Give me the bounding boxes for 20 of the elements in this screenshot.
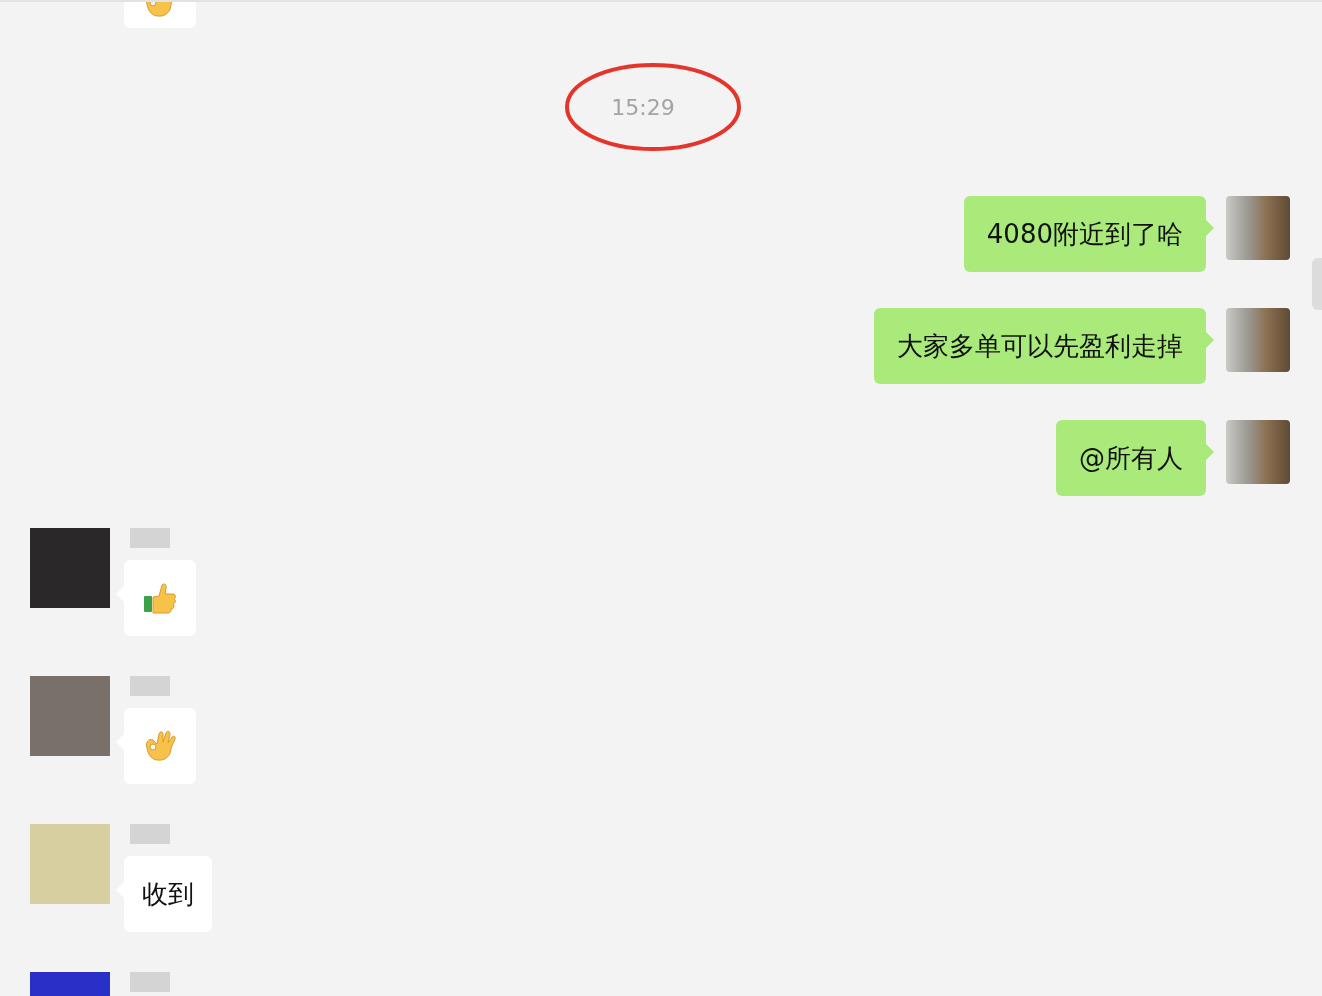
avatar-placeholder[interactable] (30, 528, 110, 608)
bubble-tail (1206, 444, 1214, 460)
sender-name-placeholder (130, 824, 170, 844)
ok-hand-icon (143, 730, 177, 762)
avatar-photo[interactable] (1226, 308, 1290, 372)
bubble-tail (1206, 332, 1214, 348)
bubble-tail (1206, 220, 1214, 236)
sender-name-placeholder (130, 528, 170, 548)
avatar-placeholder[interactable] (30, 824, 110, 904)
timestamp: 15:29 (611, 93, 675, 122)
message-bubble: 4080附近到了哈 (963, 196, 1206, 272)
avatar-placeholder[interactable] (30, 676, 110, 756)
thumbs-up-icon (143, 582, 177, 614)
avatar-photo[interactable] (1226, 420, 1290, 484)
sender-name-placeholder (130, 676, 170, 696)
message-bubble: 大家多单可以先盈利走掉 (874, 308, 1206, 384)
message-bubble: @所有人 (1056, 420, 1206, 496)
message-bubble: 收到 (124, 856, 212, 932)
sender-name-placeholder (130, 972, 170, 992)
avatar-photo[interactable] (1226, 196, 1290, 260)
